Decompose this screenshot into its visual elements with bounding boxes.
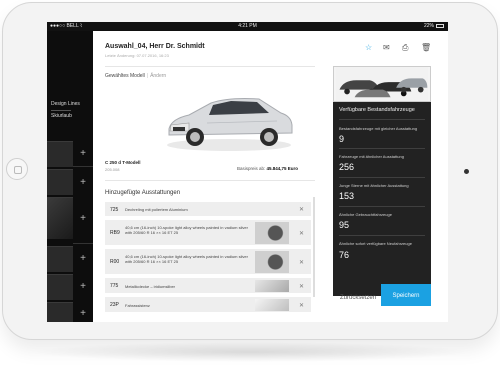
model-label: Gewähltes Modell — [105, 73, 145, 79]
sidebar-thumb[interactable] — [47, 274, 73, 300]
stat-value[interactable]: 256 — [339, 162, 354, 172]
base-price: Basispreis ab: 45.844,75 Euro — [237, 166, 298, 171]
home-button[interactable] — [6, 158, 28, 180]
option-text: Metallicdecke – iridiumsilber — [125, 284, 176, 289]
plus-icon[interactable]: + — [75, 279, 91, 295]
plus-icon[interactable]: + — [75, 306, 91, 322]
sidebar: Design Lines Skiurlaub + + + + + + — [47, 31, 93, 322]
separator: | — [146, 73, 149, 79]
plus-icon[interactable]: + — [75, 251, 91, 267]
last-modified: Letzte Änderung: 07.07.2016, 16:23 — [105, 53, 169, 58]
option-code: R00 — [110, 259, 120, 265]
option-row[interactable]: R00 40,6 cm (16-inch) 10-spoke light all… — [105, 249, 311, 275]
panel-divider — [339, 148, 425, 149]
price-label: Basispreis ab: — [237, 166, 266, 171]
panel-divider — [339, 235, 425, 236]
options-scrollbar[interactable] — [313, 197, 315, 297]
pencil-icon[interactable]: ✎ — [195, 42, 201, 50]
stat-label: Bestandsfahrzeuge mit gleicher Ausstattu… — [339, 126, 418, 131]
home-icon — [14, 166, 22, 174]
trash-icon[interactable]: 🗑 — [421, 43, 431, 52]
car-model-code: 205.008 — [105, 167, 120, 172]
option-row[interactable]: 775 Metallicdecke – iridiumsilber ✕ — [105, 278, 311, 294]
inventory-cars-image — [333, 66, 431, 102]
wheel-thumbnail — [255, 222, 289, 244]
reset-button[interactable]: Zurücksetzen — [334, 286, 376, 308]
plus-icon[interactable]: + — [75, 146, 91, 162]
paint-thumbnail — [255, 280, 289, 292]
device-shadow — [30, 342, 470, 362]
sidebar-item-skiurlaub[interactable]: Skiurlaub — [51, 113, 72, 119]
price-value: 45.844,75 Euro — [266, 166, 299, 171]
stat-value[interactable]: 95 — [339, 220, 349, 230]
inventory-title: Verfügbare Bestandsfahrzeuge — [339, 107, 415, 113]
close-icon[interactable]: ✕ — [299, 302, 304, 309]
option-row[interactable]: 23P Fahrassistenz ✕ — [105, 297, 311, 313]
section-divider — [105, 180, 315, 181]
close-icon[interactable]: ✕ — [299, 230, 304, 237]
sidebar-thumb[interactable] — [47, 197, 73, 239]
sidebar-thumb[interactable] — [47, 141, 73, 167]
close-icon[interactable]: ✕ — [299, 259, 304, 266]
sidebar-separator — [51, 110, 71, 111]
sidebar-thumb[interactable] — [47, 169, 73, 195]
stat-label: Ähnliche Gebrauchtfahrzeuge — [339, 212, 392, 217]
panel-divider — [339, 177, 425, 178]
option-text: Fahrassistenz — [125, 303, 150, 308]
car-image — [167, 98, 293, 151]
option-code: 725 — [110, 207, 119, 213]
plus-icon[interactable]: + — [75, 175, 91, 191]
stat-label: Ähnliche sofort verfügbare Neufahrzeuge — [339, 241, 412, 246]
option-text: Dechreling mit poliertem Aluminium — [125, 207, 188, 212]
model-line: Gewähltes Modell | Ändern — [105, 73, 166, 79]
wheel-thumbnail — [255, 251, 289, 273]
stat-label: Junge Sterne mit ähnlicher Ausstattung — [339, 183, 409, 188]
inventory-panel: Verfügbare Bestandsfahrzeuge Bestandsfah… — [333, 66, 431, 296]
close-icon[interactable]: ✕ — [299, 283, 304, 290]
save-button[interactable]: Speichern — [381, 284, 431, 306]
stat-value[interactable]: 9 — [339, 134, 344, 144]
page-title: Auswahl_04, Herr Dr. Schmidt — [105, 43, 205, 50]
app-screen: ●●●○○ BELL ⌇ 4:21 PM 22% Design Lines Sk… — [47, 22, 448, 322]
sidebar-divider — [73, 166, 93, 167]
battery-icon — [436, 23, 444, 28]
stat-value[interactable]: 153 — [339, 191, 354, 201]
battery-percent: 22% — [423, 23, 434, 29]
close-icon[interactable]: ✕ — [299, 206, 304, 213]
car-model-name: C 250 d T-Modell — [105, 160, 141, 165]
stat-value[interactable]: 76 — [339, 250, 349, 260]
clock: 4:21 PM — [238, 23, 257, 29]
option-code: 775 — [110, 283, 119, 289]
camera-dot — [464, 169, 469, 174]
sidebar-divider — [73, 243, 93, 244]
star-icon[interactable]: ☆ — [365, 43, 372, 52]
option-row[interactable]: RB9 40,6 cm (16-inch) 10-spoke light all… — [105, 220, 311, 246]
panel-divider — [339, 119, 425, 120]
sidebar-item-design-lines[interactable]: Design Lines — [51, 101, 80, 107]
status-bar: ●●●○○ BELL ⌇ 4:21 PM 22% — [47, 22, 448, 31]
sidebar-thumb[interactable] — [47, 302, 73, 322]
stat-label: Fahrzeuge mit ähnlicher Ausstattung — [339, 154, 404, 159]
plus-icon[interactable]: + — [75, 211, 91, 227]
panel-divider — [339, 206, 425, 207]
print-icon[interactable]: ⎙ — [402, 43, 408, 53]
header-divider — [105, 66, 315, 67]
option-row[interactable]: 725 Dechreling mit poliertem Aluminium ✕ — [105, 202, 311, 217]
option-text: 40,6 cm (16-inch) 10-spoke light alloy w… — [125, 254, 248, 264]
change-model-link[interactable]: Ändern — [150, 73, 166, 79]
assist-thumbnail — [255, 299, 289, 311]
option-code: RB9 — [110, 230, 120, 236]
option-text: 40,6 cm (16-inch) 10-spoke light alloy w… — [125, 225, 248, 235]
option-code: 23P — [110, 302, 119, 308]
options-title: Hinzugefügte Ausstattungen — [105, 190, 181, 196]
battery-indicator: 22% — [424, 22, 444, 31]
mail-icon[interactable]: ✉ — [383, 43, 390, 52]
sidebar-thumb[interactable] — [47, 246, 73, 272]
